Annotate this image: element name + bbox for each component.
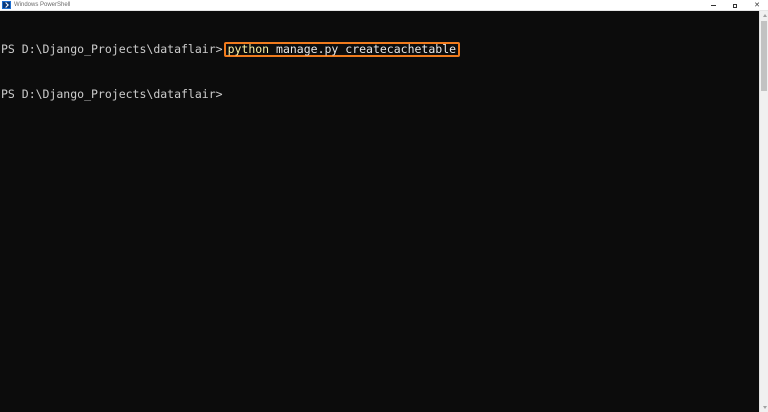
powershell-window: Windows PowerShell ✕ PS D:\Django_Projec…: [0, 0, 768, 412]
command-keyword: python: [227, 42, 270, 56]
powershell-icon: [2, 1, 11, 9]
command-args: manage.py createcachetable: [269, 42, 457, 56]
vertical-scrollbar[interactable]: [759, 11, 768, 412]
window-title: Windows PowerShell: [14, 1, 71, 8]
highlighted-command: python manage.py createcachetable: [223, 42, 461, 57]
console-line: PS D:\Django_Projects\dataflair>: [1, 87, 759, 102]
window-controls: ✕: [702, 0, 768, 11]
scroll-up-button[interactable]: [761, 11, 768, 20]
title-bar[interactable]: Windows PowerShell ✕: [0, 0, 768, 11]
scrollbar-thumb[interactable]: [761, 21, 767, 91]
console-line: PS D:\Django_Projects\dataflair> python m…: [1, 42, 759, 57]
close-button[interactable]: ✕: [746, 0, 768, 11]
prompt-text: PS D:\Django_Projects\dataflair>: [1, 42, 223, 56]
maximize-icon: [733, 3, 737, 8]
minimize-icon: [710, 5, 716, 6]
maximize-button[interactable]: [724, 0, 746, 11]
arrow-down-icon: [762, 406, 767, 409]
arrow-up-icon: [762, 14, 767, 17]
scroll-down-button[interactable]: [761, 403, 768, 412]
close-icon: ✕: [754, 1, 760, 9]
console-output[interactable]: PS D:\Django_Projects\dataflair> python m…: [0, 11, 759, 412]
minimize-button[interactable]: [702, 0, 724, 11]
prompt-text: PS D:\Django_Projects\dataflair>: [1, 87, 223, 101]
